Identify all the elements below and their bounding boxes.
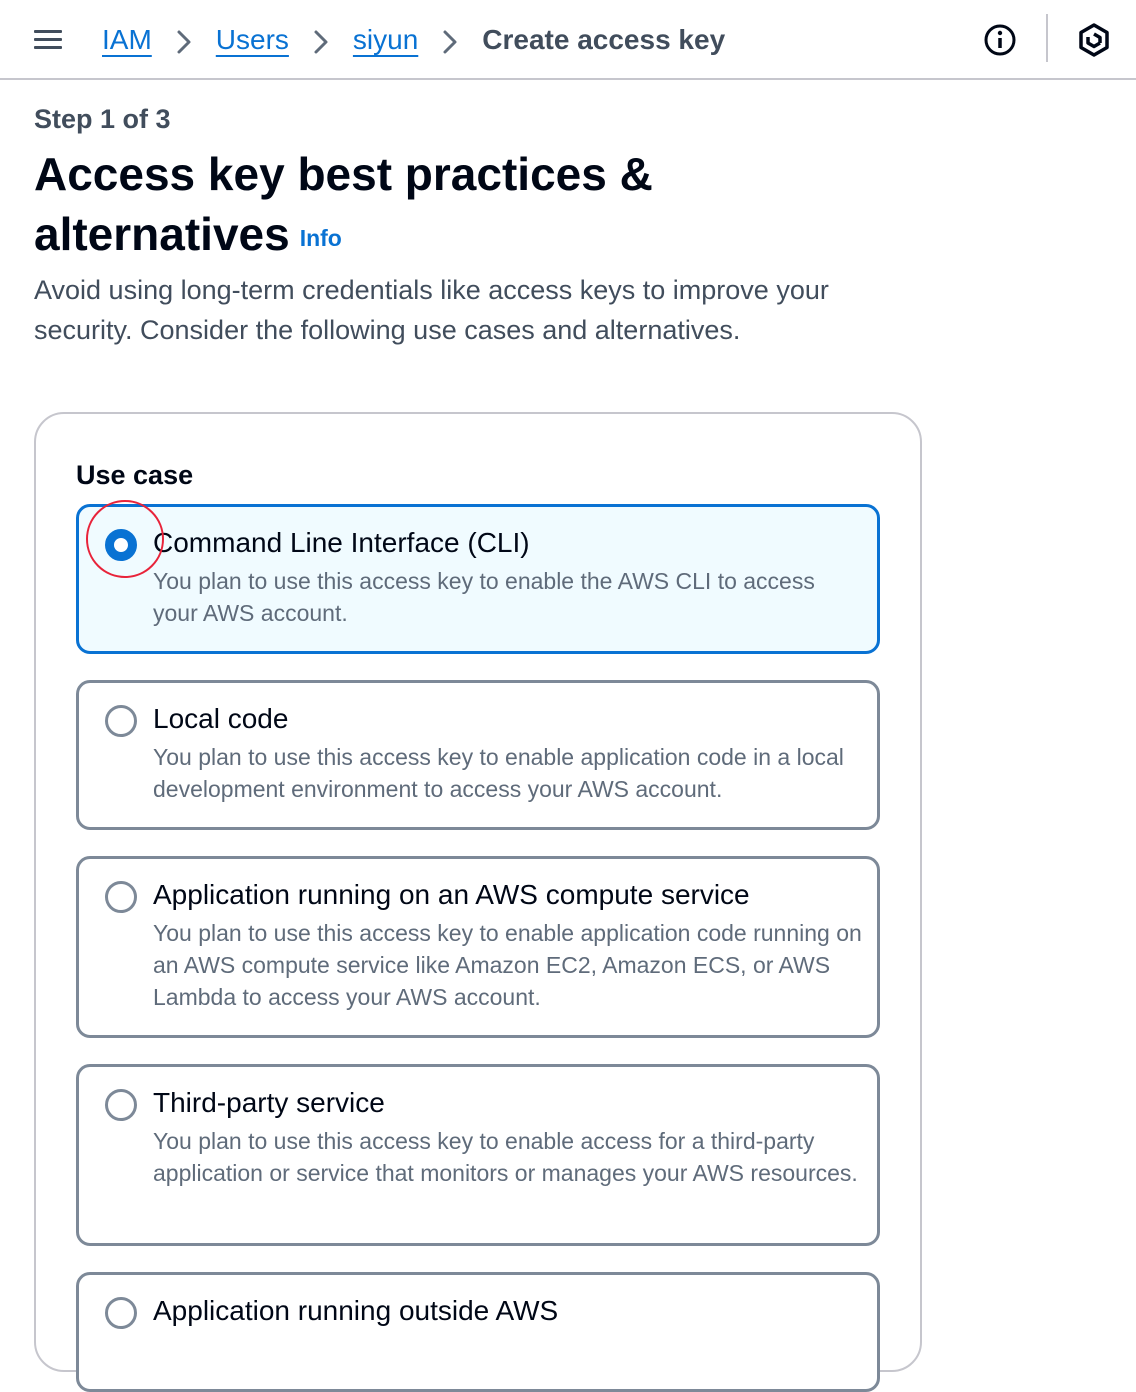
use-case-label: Use case xyxy=(76,460,194,490)
breadcrumb-iam[interactable]: IAM xyxy=(102,24,152,56)
use-case-option-third-party[interactable]: Third-party service You plan to use this… xyxy=(76,1064,880,1246)
option-title: Command Line Interface (CLI) xyxy=(153,527,530,558)
radio-button[interactable] xyxy=(105,1297,137,1329)
use-case-option-outside-aws[interactable]: Application running outside AWS xyxy=(76,1272,880,1392)
option-title: Third-party service xyxy=(153,1087,385,1118)
info-link[interactable]: Info xyxy=(300,225,342,251)
top-navigation-bar: IAM Users siyun Create access key xyxy=(0,0,1136,80)
use-case-option-aws-compute[interactable]: Application running on an AWS compute se… xyxy=(76,856,880,1038)
page-description: Avoid using long-term credentials like a… xyxy=(34,275,829,345)
breadcrumb-users[interactable]: Users xyxy=(216,24,289,56)
option-description: You plan to use this access key to enabl… xyxy=(153,920,862,1010)
hexagon-icon[interactable] xyxy=(1076,22,1112,58)
option-description: You plan to use this access key to enabl… xyxy=(153,1128,858,1186)
use-case-option-cli[interactable]: Command Line Interface (CLI) You plan to… xyxy=(76,504,880,654)
option-description: You plan to use this access key to enabl… xyxy=(153,568,815,626)
radio-button[interactable] xyxy=(105,705,137,737)
breadcrumb-current: Create access key xyxy=(482,24,726,55)
option-title: Local code xyxy=(153,703,289,734)
breadcrumb-siyun[interactable]: siyun xyxy=(353,24,418,56)
radio-button[interactable] xyxy=(105,881,137,913)
page-title-text: Access key best practices & alternatives xyxy=(34,148,653,260)
chevron-right-icon xyxy=(289,24,353,56)
radio-button-selected[interactable] xyxy=(105,529,137,561)
option-title: Application running outside AWS xyxy=(153,1295,559,1326)
divider xyxy=(1046,14,1048,62)
chevron-right-icon xyxy=(152,24,216,56)
hamburger-menu-icon[interactable] xyxy=(34,28,62,52)
radio-button[interactable] xyxy=(105,1089,137,1121)
info-circle-icon[interactable] xyxy=(984,24,1016,56)
step-indicator: Step 1 of 3 xyxy=(34,104,171,134)
breadcrumb: IAM Users siyun Create access key xyxy=(102,18,725,62)
use-case-option-local-code[interactable]: Local code You plan to use this access k… xyxy=(76,680,880,830)
option-description: You plan to use this access key to enabl… xyxy=(153,744,844,802)
option-title: Application running on an AWS compute se… xyxy=(153,879,750,910)
page-title: Access key best practices & alternatives… xyxy=(34,144,734,268)
chevron-right-icon xyxy=(418,24,482,56)
